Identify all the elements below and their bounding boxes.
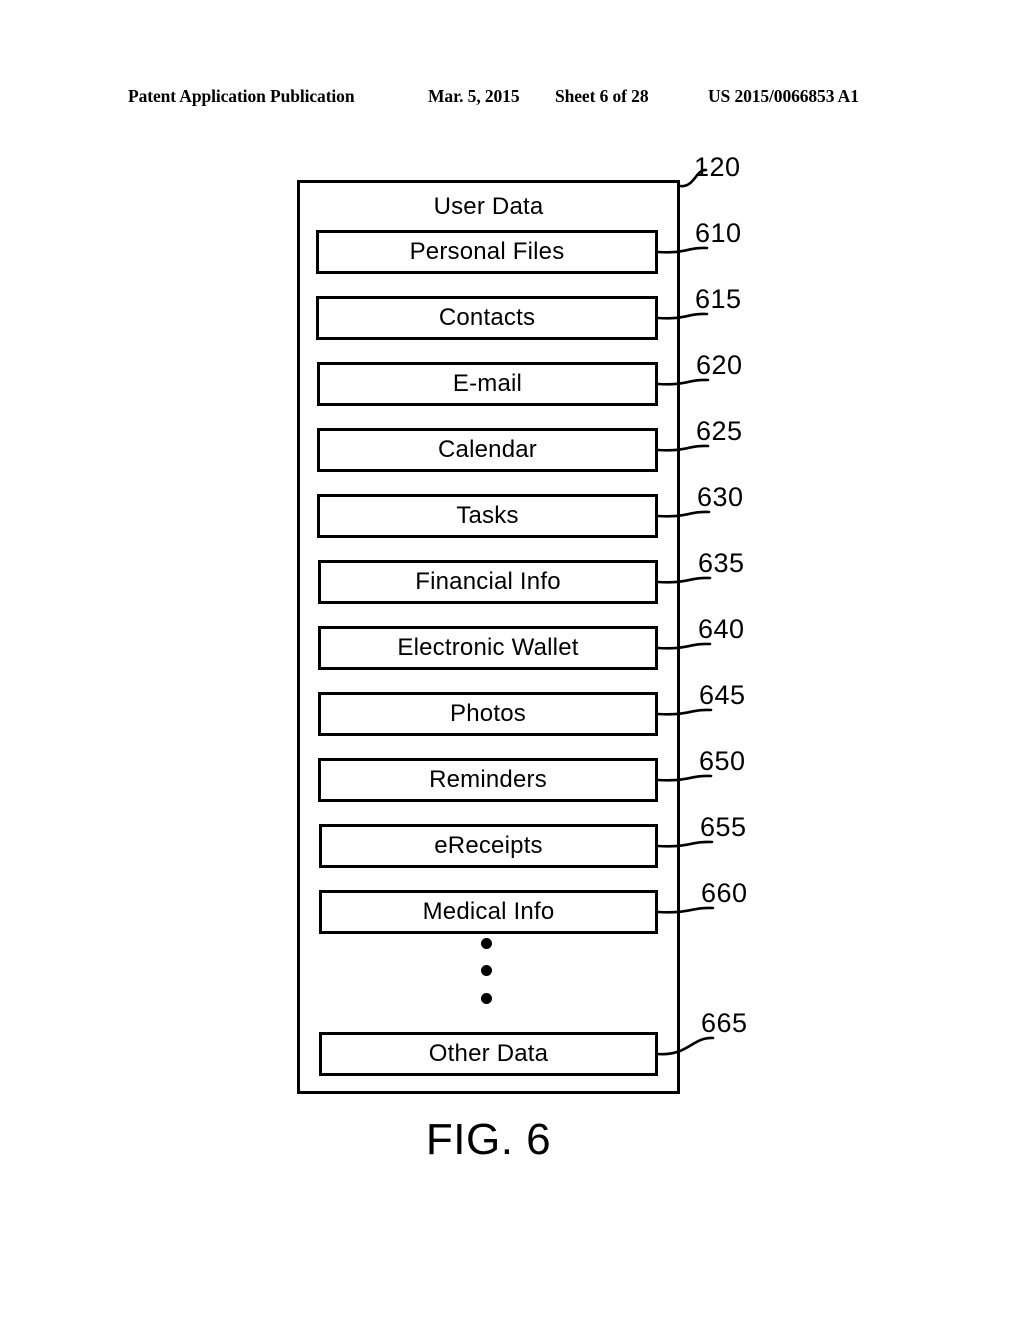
reference-numeral-660: 660 <box>701 878 748 908</box>
user-data-item-label: Personal Files <box>409 238 565 265</box>
reference-numeral-630: 630 <box>697 482 744 512</box>
reference-numeral-650: 650 <box>699 746 746 776</box>
user-data-item-label: Electronic Wallet <box>397 634 579 661</box>
reference-numeral-120: 120 <box>694 152 741 182</box>
user-data-item-financial-info: Financial Info <box>318 560 658 604</box>
reference-numeral-665: 665 <box>701 1008 748 1038</box>
user-data-item-other-data: Other Data <box>319 1032 658 1076</box>
user-data-item-contacts: Contacts <box>316 296 658 340</box>
user-data-item-tasks: Tasks <box>317 494 658 538</box>
reference-numeral-615: 615 <box>695 284 742 314</box>
reference-numeral-610: 610 <box>695 218 742 248</box>
reference-numeral-625: 625 <box>696 416 743 446</box>
reference-numeral-655: 655 <box>700 812 747 842</box>
user-data-item-label: Photos <box>450 700 526 727</box>
user-data-item-photos: Photos <box>318 692 658 736</box>
user-data-item-personal-files: Personal Files <box>316 230 658 274</box>
ellipsis-dot <box>481 938 492 949</box>
user-data-title: User Data <box>433 193 544 220</box>
user-data-item-ereceipts: eReceipts <box>319 824 658 868</box>
user-data-item-label: Contacts <box>438 304 536 331</box>
ellipsis-dot <box>481 993 492 1004</box>
figure-caption: FIG. 6 <box>425 1115 552 1164</box>
user-data-item-label: Tasks <box>456 502 519 529</box>
user-data-item-e-mail: E-mail <box>317 362 658 406</box>
reference-numeral-635: 635 <box>698 548 745 578</box>
patent-figure: User Data Personal Files Contacts E-mail Ca… <box>0 0 1024 1320</box>
user-data-item-medical-info: Medical Info <box>319 890 658 934</box>
user-data-item-label: Medical Info <box>422 898 555 925</box>
ellipsis-dot <box>481 965 492 976</box>
user-data-item-label: Financial Info <box>415 568 561 595</box>
user-data-item-reminders: Reminders <box>318 758 658 802</box>
vertical-ellipsis <box>472 934 504 1014</box>
user-data-item-calendar: Calendar <box>317 428 658 472</box>
reference-numeral-645: 645 <box>699 680 746 710</box>
user-data-item-label: Calendar <box>438 436 537 463</box>
user-data-item-label: E-mail <box>452 370 523 397</box>
reference-numeral-640: 640 <box>698 614 745 644</box>
user-data-item-label: Reminders <box>429 766 547 793</box>
reference-numeral-620: 620 <box>696 350 743 380</box>
user-data-item-label: Other Data <box>428 1040 549 1067</box>
user-data-item-electronic-wallet: Electronic Wallet <box>318 626 658 670</box>
user-data-item-label: eReceipts <box>434 832 543 859</box>
